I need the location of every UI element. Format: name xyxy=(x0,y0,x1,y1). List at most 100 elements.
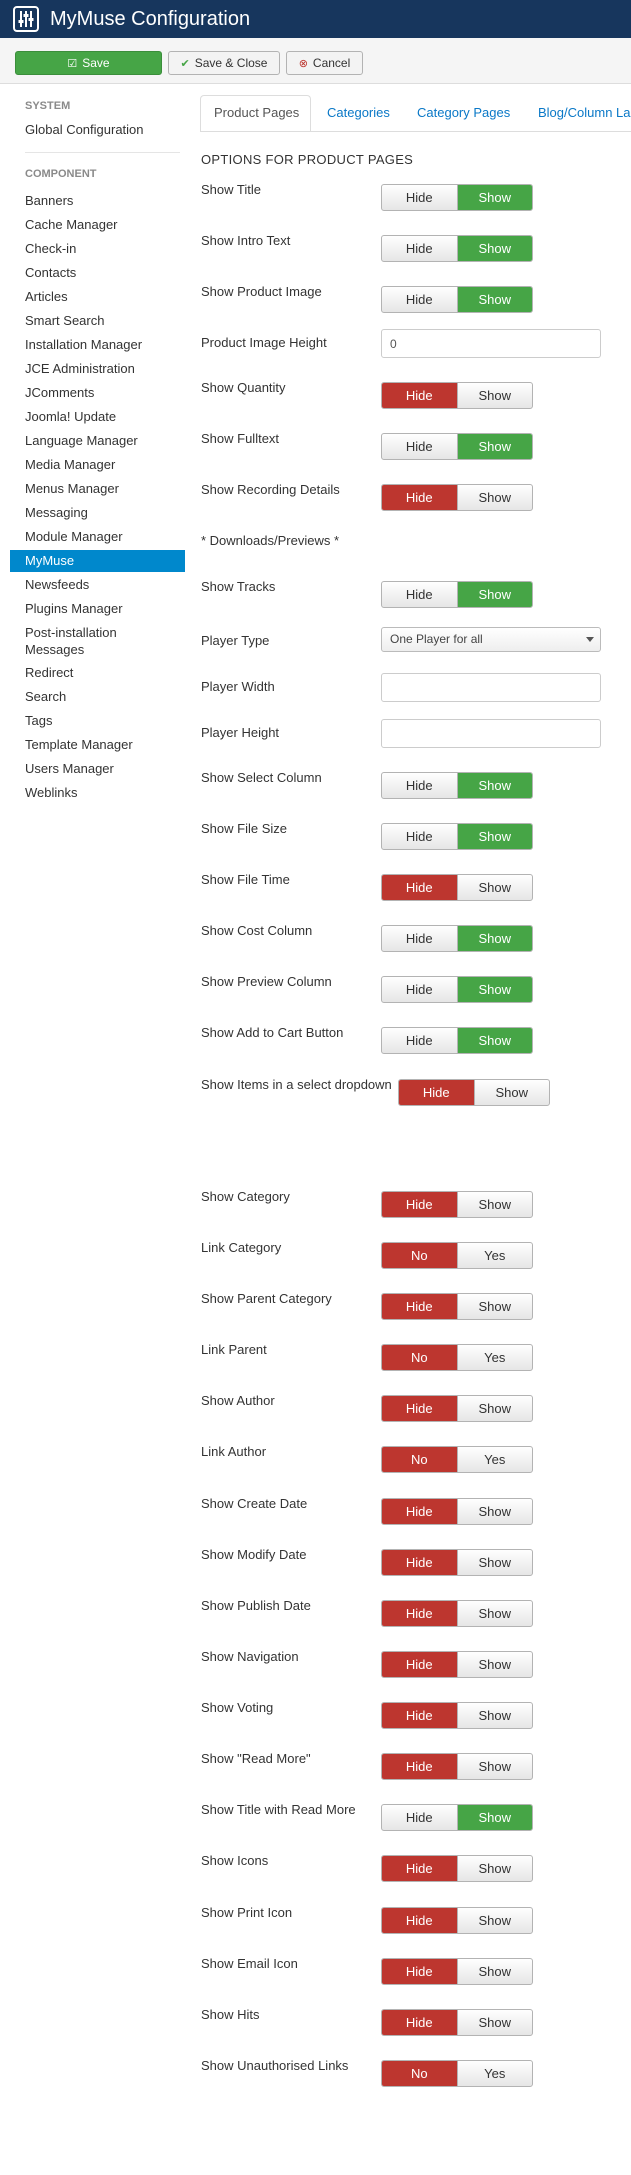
show-fulltext-hide-option[interactable]: Hide xyxy=(382,434,458,459)
show-add-to-cart-show-option[interactable]: Show xyxy=(457,1028,532,1053)
show-print-icon-hide-option[interactable]: Hide xyxy=(382,1908,458,1933)
show-print-icon-label: Show Print Icon xyxy=(201,1905,293,1920)
show-tracks-show-option[interactable]: Show xyxy=(457,582,532,607)
show-hits-toggle: Hide Show xyxy=(381,2009,533,2036)
link-category-label: Link Category xyxy=(201,1240,282,1255)
player-height-input[interactable] xyxy=(381,719,601,748)
show-product-image-hide-option[interactable]: Hide xyxy=(382,287,458,312)
show-file-time-show-option[interactable]: Show xyxy=(458,875,533,900)
show-select-column-show-option[interactable]: Show xyxy=(457,773,532,798)
show-title-read-more-hide-option[interactable]: Hide xyxy=(382,1805,458,1830)
show-category-show-option[interactable]: Show xyxy=(458,1192,533,1217)
show-modify-date-toggle: Hide Show xyxy=(381,1549,533,1576)
sidebar-item-mymuse[interactable]: MyMuse xyxy=(10,550,185,572)
show-read-more-hide-option[interactable]: Hide xyxy=(382,1754,458,1779)
sidebar-item-module-manager[interactable]: Module Manager xyxy=(10,526,185,548)
show-items-dropdown-show-option[interactable]: Show xyxy=(475,1080,550,1105)
show-icons-hide-option[interactable]: Hide xyxy=(382,1856,458,1881)
sidebar-item-jce-administration[interactable]: JCE Administration xyxy=(10,358,185,380)
show-quantity-show-option[interactable]: Show xyxy=(458,383,533,408)
player-type-label: Player Type xyxy=(201,633,270,648)
show-navigation-hide-option[interactable]: Hide xyxy=(382,1652,458,1677)
show-preview-column-hide-option[interactable]: Hide xyxy=(382,977,458,1002)
field-row-show-icons: Show Icons Hide Show xyxy=(0,1853,631,1883)
show-intro-text-hide-option[interactable]: Hide xyxy=(382,236,458,261)
show-file-size-show-option[interactable]: Show xyxy=(457,824,532,849)
sidebar-header-system: SYSTEM xyxy=(25,100,71,112)
player-width-label: Player Width xyxy=(201,679,275,694)
show-email-icon-show-option[interactable]: Show xyxy=(458,1959,533,1984)
player-type-select[interactable]: One Player for all xyxy=(381,627,601,652)
show-modify-date-show-option[interactable]: Show xyxy=(458,1550,533,1575)
link-author-yes-option[interactable]: Yes xyxy=(458,1447,533,1472)
show-modify-date-label: Show Modify Date xyxy=(201,1547,307,1562)
show-product-image-show-option[interactable]: Show xyxy=(457,287,532,312)
show-add-to-cart-hide-option[interactable]: Hide xyxy=(382,1028,458,1053)
link-parent-no-option[interactable]: No xyxy=(382,1345,458,1370)
show-tracks-hide-option[interactable]: Hide xyxy=(382,582,458,607)
show-parent-category-show-option[interactable]: Show xyxy=(458,1294,533,1319)
link-author-no-option[interactable]: No xyxy=(382,1447,458,1472)
tab-product-pages[interactable]: Product Pages xyxy=(200,95,311,131)
show-navigation-show-option[interactable]: Show xyxy=(458,1652,533,1677)
show-print-icon-show-option[interactable]: Show xyxy=(458,1908,533,1933)
show-recording-details-show-option[interactable]: Show xyxy=(458,485,533,510)
tab-category-pages[interactable]: Category Pages xyxy=(404,95,523,131)
show-publish-date-hide-option[interactable]: Hide xyxy=(382,1601,458,1626)
product-image-height-input[interactable] xyxy=(381,329,601,358)
cancel-button[interactable]: ⊗ Cancel xyxy=(286,51,363,75)
show-voting-hide-option[interactable]: Hide xyxy=(382,1703,458,1728)
show-items-dropdown-hide-option[interactable]: Hide xyxy=(399,1080,475,1105)
show-modify-date-hide-option[interactable]: Hide xyxy=(382,1550,458,1575)
show-author-hide-option[interactable]: Hide xyxy=(382,1396,458,1421)
show-read-more-show-option[interactable]: Show xyxy=(458,1754,533,1779)
sidebar-divider xyxy=(25,152,180,153)
player-width-input[interactable] xyxy=(381,673,601,702)
link-category-no-option[interactable]: No xyxy=(382,1243,458,1268)
show-cost-column-show-option[interactable]: Show xyxy=(457,926,532,951)
link-category-yes-option[interactable]: Yes xyxy=(458,1243,533,1268)
show-icons-show-option[interactable]: Show xyxy=(458,1856,533,1881)
show-print-icon-toggle: Hide Show xyxy=(381,1907,533,1934)
show-parent-category-hide-option[interactable]: Hide xyxy=(382,1294,458,1319)
show-voting-show-option[interactable]: Show xyxy=(458,1703,533,1728)
show-category-hide-option[interactable]: Hide xyxy=(382,1192,458,1217)
show-file-size-hide-option[interactable]: Hide xyxy=(382,824,458,849)
show-recording-details-hide-option[interactable]: Hide xyxy=(382,485,458,510)
show-title-hide-option[interactable]: Hide xyxy=(382,185,458,210)
link-parent-yes-option[interactable]: Yes xyxy=(458,1345,533,1370)
show-title-read-more-show-option[interactable]: Show xyxy=(457,1805,532,1830)
show-fulltext-show-option[interactable]: Show xyxy=(457,434,532,459)
sidebar-item-contacts[interactable]: Contacts xyxy=(10,262,185,284)
show-create-date-show-option[interactable]: Show xyxy=(458,1499,533,1524)
save-close-button[interactable]: ✔ Save & Close xyxy=(168,51,280,75)
show-tracks-toggle: Hide Show xyxy=(381,581,533,608)
show-select-column-hide-option[interactable]: Hide xyxy=(382,773,458,798)
show-create-date-hide-option[interactable]: Hide xyxy=(382,1499,458,1524)
show-hits-hide-option[interactable]: Hide xyxy=(382,2010,458,2035)
link-parent-label: Link Parent xyxy=(201,1342,267,1357)
sidebar-item-global-configuration[interactable]: Global Configuration xyxy=(10,119,185,141)
save-button[interactable]: ☑ Save xyxy=(15,51,162,75)
show-hits-show-option[interactable]: Show xyxy=(458,2010,533,2035)
show-unauthorised-links-no-option[interactable]: No xyxy=(382,2061,458,2086)
show-quantity-hide-option[interactable]: Hide xyxy=(382,383,458,408)
tab-categories[interactable]: Categories xyxy=(314,95,403,131)
show-file-time-hide-option[interactable]: Hide xyxy=(382,875,458,900)
show-email-icon-hide-option[interactable]: Hide xyxy=(382,1959,458,1984)
product-image-height-label: Product Image Height xyxy=(201,335,327,350)
show-cost-column-label: Show Cost Column xyxy=(201,923,313,938)
tab-blog-column-layout[interactable]: Blog/Column La xyxy=(525,95,631,131)
show-title-show-option[interactable]: Show xyxy=(457,185,532,210)
show-unauthorised-links-yes-option[interactable]: Yes xyxy=(458,2061,533,2086)
show-add-to-cart-label: Show Add to Cart Button xyxy=(201,1025,344,1040)
show-preview-column-show-option[interactable]: Show xyxy=(457,977,532,1002)
show-navigation-label: Show Navigation xyxy=(201,1649,299,1664)
field-row-show-navigation: Show Navigation Hide Show xyxy=(0,1649,631,1679)
show-author-show-option[interactable]: Show xyxy=(458,1396,533,1421)
show-cost-column-hide-option[interactable]: Hide xyxy=(382,926,458,951)
show-author-toggle: Hide Show xyxy=(381,1395,533,1422)
show-intro-text-show-option[interactable]: Show xyxy=(457,236,532,261)
show-add-to-cart-toggle: Hide Show xyxy=(381,1027,533,1054)
show-publish-date-show-option[interactable]: Show xyxy=(458,1601,533,1626)
